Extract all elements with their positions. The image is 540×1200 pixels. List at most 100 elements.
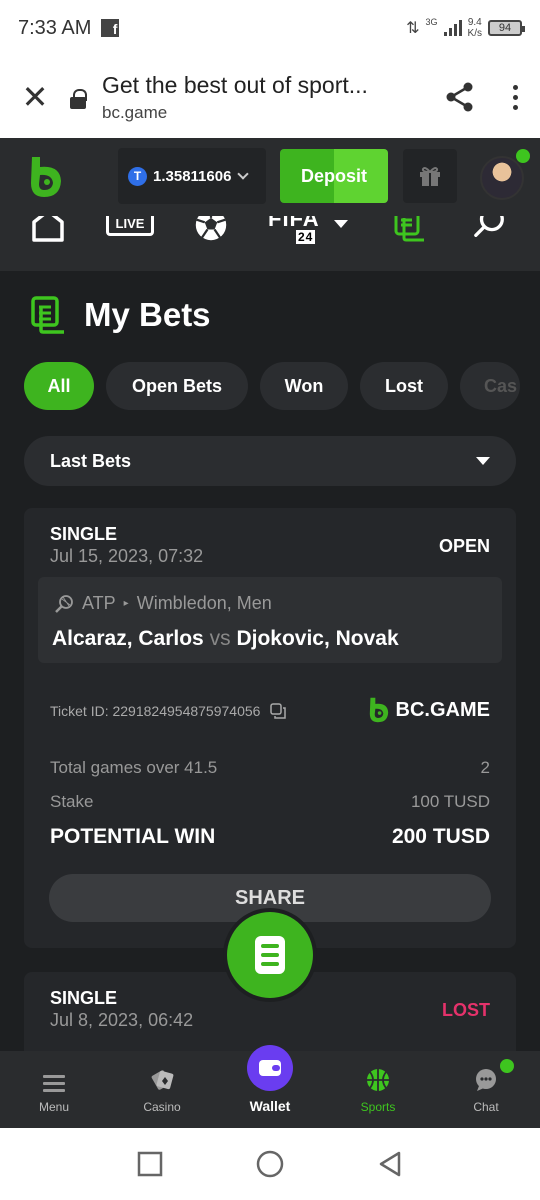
page-tab-title: Get the best out of sport...	[102, 71, 368, 98]
fifa-year: 24	[296, 230, 316, 244]
tournament-name: Wimbledon, Men	[136, 593, 272, 613]
nav-label: Sports	[360, 1100, 396, 1114]
balance-amount: 1.35811606	[153, 167, 232, 185]
filter-chips: All Open Bets Won Lost Cas	[24, 362, 520, 410]
nav-wallet[interactable]: Wallet	[216, 1045, 324, 1128]
bottom-nav: Menu Casino Wallet Sports Chat	[0, 1045, 540, 1128]
menu-icon	[43, 1075, 65, 1092]
nav-casino[interactable]: Casino	[108, 1051, 216, 1128]
copy-icon[interactable]	[270, 703, 287, 719]
home-circle-icon[interactable]	[256, 1150, 284, 1178]
page-title: My Bets	[84, 296, 211, 333]
betslip-button[interactable]	[227, 912, 313, 998]
balance-selector[interactable]: T 1.35811606	[118, 148, 266, 204]
filter-won[interactable]: Won	[260, 362, 348, 410]
signal-icon	[443, 20, 462, 36]
league-row: ATP ▸ Wimbledon, Men	[54, 593, 272, 614]
nav-label: Chat	[473, 1100, 499, 1114]
market-name: Total games over 41.5	[50, 758, 218, 777]
betslip-icon	[255, 936, 285, 974]
filter-lost[interactable]: Lost	[360, 362, 448, 410]
search-icon[interactable]	[472, 216, 508, 240]
tennis-icon	[55, 594, 73, 613]
status-time: 7:33 AM	[18, 16, 92, 39]
bets-icon[interactable]	[394, 216, 428, 242]
gift-icon	[420, 167, 440, 186]
ticket-id-text: Ticket ID: 2291824954875974056	[50, 703, 261, 719]
caret-down-icon[interactable]	[334, 220, 348, 230]
back-icon[interactable]	[377, 1150, 403, 1178]
category-nav: LIVE FIFA 24	[0, 216, 540, 271]
stake-row: Stake 100 TUSD	[50, 792, 490, 812]
avatar[interactable]	[480, 156, 524, 200]
nav-menu[interactable]: Menu	[0, 1051, 108, 1128]
potential-win-row: POTENTIAL WIN 200 TUSD	[50, 825, 490, 849]
live-label: LIVE	[115, 216, 145, 231]
nav-chat[interactable]: Chat	[432, 1051, 540, 1128]
bet-date: Jul 15, 2023, 07:32	[50, 546, 204, 566]
url-box[interactable]: Get the best out of sport... bc.game	[102, 72, 430, 123]
status-indicators: ⇅ 3G 9.4 K/s 94	[406, 17, 525, 39]
network-type: 3G	[425, 17, 438, 27]
stake-label: Stake	[50, 792, 94, 811]
browser-bar: ✕ Get the best out of sport... bc.game	[0, 56, 540, 138]
select-value: Last Bets	[50, 450, 132, 471]
lock-icon	[70, 89, 87, 111]
url-domain: bc.game	[102, 102, 168, 122]
my-bets-icon	[31, 296, 64, 334]
soccer-icon[interactable]	[192, 216, 230, 242]
nav-label: Menu	[38, 1100, 70, 1114]
bc-logo-icon[interactable]	[28, 155, 64, 199]
fifa-icon[interactable]: FIFA 24	[268, 216, 320, 244]
bets-period-select[interactable]: Last Bets	[24, 436, 516, 486]
home-icon[interactable]	[30, 216, 66, 242]
chat-notification-dot	[500, 1059, 514, 1073]
bet-card[interactable]: SINGLE Jul 15, 2023, 07:32 OPEN ATP ▸ Wi…	[24, 508, 516, 948]
speed-unit: K/s	[467, 28, 482, 39]
share-icon[interactable]	[430, 56, 490, 138]
caret-down-icon	[476, 457, 490, 465]
vs-label: vs	[209, 627, 231, 650]
match-info[interactable]: ATP ▸ Wimbledon, Men Alcaraz, Carlos vs …	[38, 577, 502, 663]
potential-win-value: 200 TUSD	[391, 825, 490, 848]
nav-label: Wallet	[249, 1098, 291, 1114]
teams: Alcaraz, Carlos vs Djokovic, Novak	[52, 627, 399, 651]
gift-button[interactable]	[403, 149, 457, 203]
wallet-icon-bg	[247, 1045, 293, 1091]
away-team: Djokovic, Novak	[236, 627, 399, 650]
stake-value: 100 TUSD	[410, 792, 490, 811]
app-header: T 1.35811606 Deposit	[0, 138, 540, 216]
status-bar: 7:33 AM f ⇅ 3G 9.4 K/s 94	[0, 0, 540, 56]
market-row: Total games over 41.5 2	[50, 758, 490, 778]
deposit-button[interactable]: Deposit	[280, 149, 388, 203]
battery-icon: 94	[488, 20, 525, 36]
brand-logo: BC.GAME	[368, 696, 490, 724]
nav-sports[interactable]: Sports	[324, 1051, 432, 1128]
online-indicator	[516, 149, 530, 163]
data-arrows-icon: ⇅	[406, 20, 420, 37]
sport-name: ATP	[82, 593, 116, 613]
close-icon[interactable]: ✕	[0, 56, 70, 138]
more-menu-icon[interactable]	[490, 56, 540, 138]
title-row: My Bets	[30, 295, 211, 335]
filter-casino[interactable]: Cas	[460, 362, 520, 410]
brand-name: BC.GAME	[395, 698, 490, 721]
system-nav-bar	[0, 1128, 540, 1200]
filter-all[interactable]: All	[24, 362, 94, 410]
recents-icon[interactable]	[137, 1151, 163, 1177]
filter-open-bets[interactable]: Open Bets	[106, 362, 248, 410]
home-team: Alcaraz, Carlos	[52, 627, 204, 650]
bc-logo-icon	[369, 697, 388, 723]
live-icon[interactable]: LIVE	[106, 216, 154, 236]
wallet-icon	[259, 1060, 281, 1076]
bet-date: Jul 8, 2023, 06:42	[50, 1010, 194, 1030]
nav-label: Casino	[143, 1100, 181, 1114]
chevron-down-icon	[237, 168, 250, 180]
bet-type: SINGLE	[50, 524, 118, 544]
breadcrumb-arrow-icon: ▸	[123, 598, 129, 609]
facebook-icon: f	[101, 19, 120, 37]
net-speed: 9.4 K/s	[468, 17, 482, 39]
ticket-id: Ticket ID: 2291824954875974056	[50, 703, 287, 719]
basketball-icon	[367, 1069, 389, 1091]
tusd-coin-icon: T	[128, 166, 147, 186]
